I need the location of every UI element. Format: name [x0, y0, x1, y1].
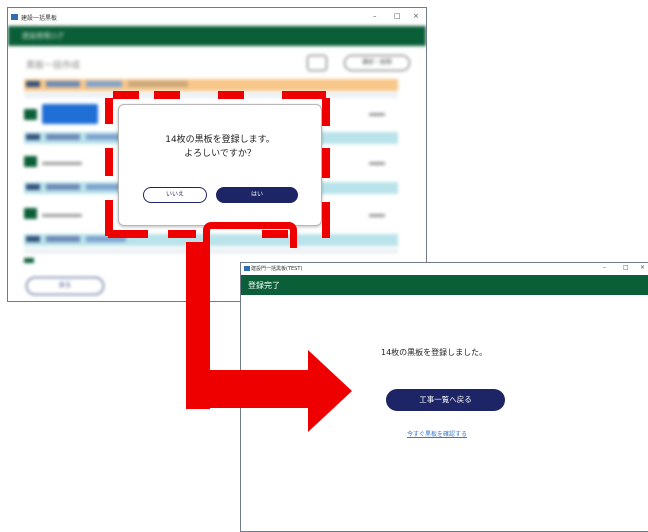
return-to-projects-label: 工事一覧へ戻る	[419, 395, 472, 404]
back-button-label: 戻る	[58, 282, 71, 289]
minimize-button[interactable]: –	[603, 264, 606, 271]
select-delete-button[interactable]: 選択・削除	[344, 55, 410, 71]
list-item[interactable]	[24, 79, 398, 91]
result-window-title: 建設門一括黒板(TEST)	[251, 266, 303, 272]
ok-button[interactable]: はい	[216, 187, 298, 203]
success-message: 14枚の黒板を登録しました。	[381, 348, 488, 357]
close-button[interactable]: ×	[640, 264, 645, 271]
select-delete-label: 選択・削除	[361, 59, 392, 66]
back-button[interactable]: 戻る	[26, 277, 104, 295]
image-button[interactable]	[307, 55, 327, 71]
app-icon	[11, 14, 18, 20]
cancel-button-label: いいえ	[165, 191, 184, 198]
main-window-title: 建設一括黒板	[21, 15, 58, 22]
confirm-message-line2: よろしいですか？	[184, 149, 256, 159]
page-title: 黒板一括作成	[26, 61, 81, 71]
cancel-button[interactable]: いいえ	[143, 187, 207, 203]
maximize-button[interactable]: □	[394, 12, 401, 20]
return-to-projects-button[interactable]: 工事一覧へ戻る	[386, 389, 505, 411]
close-button[interactable]: ×	[413, 12, 419, 20]
main-window-header: 建設現場ログ	[8, 26, 426, 46]
app-icon	[244, 266, 250, 271]
confirm-message-line1: 14枚の黒板を登録します。	[165, 135, 275, 145]
list-item	[24, 92, 398, 98]
main-window: 建設一括黒板 – □ × 建設現場ログ 黒板一括作成 選択・削除 戻る 14枚の…	[7, 7, 427, 302]
list-item	[24, 248, 398, 254]
result-header-title: 登録完了	[248, 281, 280, 290]
check-board-link[interactable]: 今すぐ黒板を確認する	[407, 429, 467, 438]
result-window-header: 登録完了	[241, 275, 648, 295]
header-label: 建設現場ログ	[22, 32, 64, 40]
result-window-titlebar: 建設門一括黒板(TEST) – □ ×	[241, 263, 648, 275]
main-window-titlebar: 建設一括黒板 – □ ×	[8, 8, 426, 26]
maximize-button[interactable]: □	[623, 264, 629, 271]
minimize-button[interactable]: –	[373, 12, 377, 20]
confirm-dialog: 14枚の黒板を登録します。 よろしいですか？ いいえ はい	[118, 104, 322, 226]
ok-button-label: はい	[250, 191, 263, 198]
